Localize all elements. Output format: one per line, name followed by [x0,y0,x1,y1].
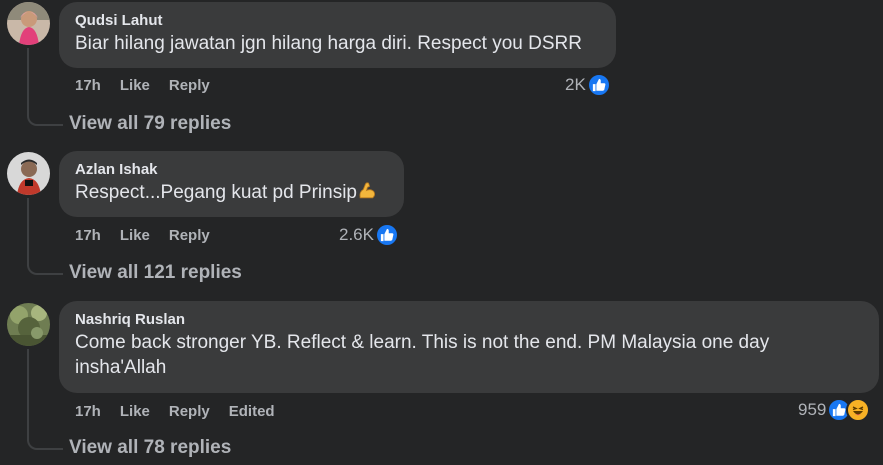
comment-bubble: Azlan Ishak Respect...Pegang kuat pd Pri… [59,151,404,217]
like-button[interactable]: Like [120,402,150,422]
like-button[interactable]: Like [120,76,150,96]
reaction-count: 2K [565,75,586,94]
thread-line [27,349,29,441]
thread-line [27,198,29,266]
comment-time[interactable]: 17h [75,76,101,96]
reply-button[interactable]: Reply [169,76,210,96]
comment-thread: Qudsi Lahut Biar hilang jawatan jgn hila… [0,0,883,465]
comment-author[interactable]: Qudsi Lahut [75,11,600,31]
comment-author[interactable]: Nashriq Ruslan [75,310,863,330]
comment-time[interactable]: 17h [75,402,101,422]
comment-actions: 17h Like Reply Edited [75,402,294,422]
like-icon [374,223,399,247]
avatar-qudsi-lahut[interactable] [7,2,50,45]
like-icon [586,73,611,97]
view-replies-link[interactable]: View all 121 replies [69,261,242,285]
comment-actions: 17h Like Reply [75,226,229,246]
comment-text-line1: Come back stronger YB. Reflect & learn. … [75,332,770,353]
comment-bubble: Qudsi Lahut Biar hilang jawatan jgn hila… [59,2,616,68]
comment-text-line2: insha'Allah [75,357,167,378]
comment-text-content: Respect...Pegang kuat pd Prinsip [75,182,358,203]
avatar-nashriq-ruslan[interactable] [7,303,50,346]
thread-connector [27,112,63,126]
comment-actions: 17h Like Reply [75,76,229,96]
haha-icon [846,398,871,422]
reaction-summary[interactable]: 959 [798,398,871,422]
comment-text: Respect...Pegang kuat pd Prinsip [75,180,388,208]
reply-button[interactable]: Reply [169,402,210,422]
comment-time[interactable]: 17h [75,226,101,246]
flexed-biceps-emoji [357,180,378,208]
thread-connector [27,261,63,275]
view-replies-link[interactable]: View all 78 replies [69,436,231,460]
thread-line [27,48,29,116]
comment-author[interactable]: Azlan Ishak [75,160,388,180]
edited-label[interactable]: Edited [229,402,275,422]
reaction-summary[interactable]: 2K [565,73,611,97]
thread-connector [27,436,63,450]
comment-text: Biar hilang jawatan jgn hilang harga dir… [75,33,582,54]
reaction-count: 2.6K [339,225,374,244]
avatar-azlan-ishak[interactable] [7,152,50,195]
view-replies-link[interactable]: View all 79 replies [69,112,231,136]
reaction-count: 959 [798,400,827,419]
reply-button[interactable]: Reply [169,226,210,246]
comment-bubble: Nashriq Ruslan Come back stronger YB. Re… [59,301,879,393]
reaction-summary[interactable]: 2.6K [339,223,399,247]
like-button[interactable]: Like [120,226,150,246]
